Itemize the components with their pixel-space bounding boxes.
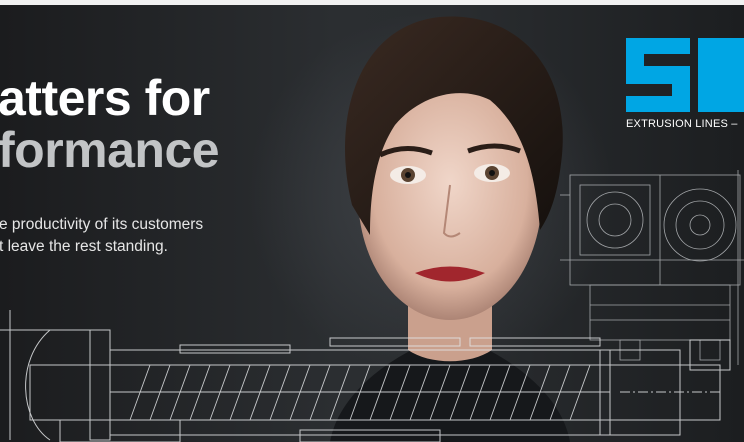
subtext: e productivity of its customers t leave … [0,214,203,258]
brand-logo [626,38,744,112]
headline-line-1: atters for [0,70,210,126]
headline: atters for formance [0,70,220,178]
headline-line-2: formance [0,122,220,178]
subtext-line-2: t leave the rest standing. [0,238,168,255]
subtext-line-1: e productivity of its customers [0,216,204,233]
logo-tagline: EXTRUSION LINES – [626,118,738,130]
extruder-screw-drawing [0,310,731,442]
